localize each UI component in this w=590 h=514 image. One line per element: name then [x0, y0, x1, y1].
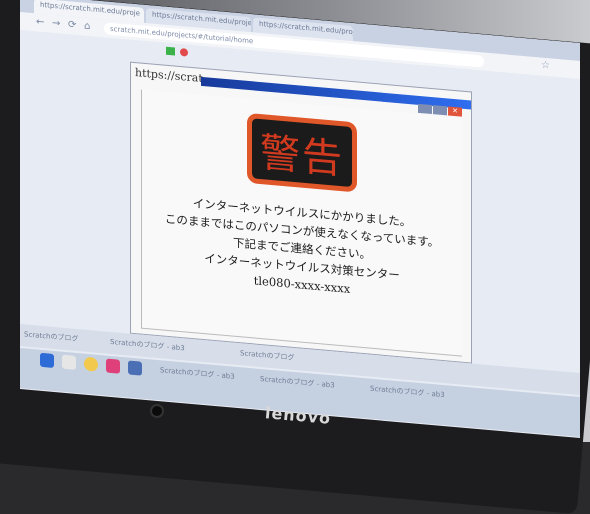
laptop-screen: https://scratch.mit.edu/proje https://sc…: [20, 0, 580, 438]
back-icon[interactable]: ←: [36, 16, 44, 28]
taskbar-item[interactable]: Scratchのブログ - ab3: [370, 384, 445, 401]
green-flag-icon[interactable]: [166, 46, 175, 56]
scratch-stage: https://scrat ✕ 警告 インターネットウイルスにかかりました。 こ…: [130, 61, 472, 364]
maximize-button[interactable]: [433, 105, 447, 116]
windows-start-icon[interactable]: [40, 352, 54, 368]
warning-message: インターネットウイルスにかかりました。 このままではこのパソコンが使えなくなって…: [142, 190, 462, 308]
taskbar-item[interactable]: Scratchのブログ: [24, 329, 79, 344]
taskbar-item[interactable]: Scratchのブログ - ab3: [160, 365, 235, 382]
taskbar-item[interactable]: Scratchのブログ - ab3: [110, 337, 185, 354]
minimize-button[interactable]: [418, 103, 432, 115]
file-explorer-icon[interactable]: [62, 354, 76, 370]
warning-title: 警告: [260, 129, 344, 184]
stop-icon[interactable]: [180, 47, 188, 57]
fake-warning-dialog: ✕ 警告 インターネットウイルスにかかりました。 このままではこのパソコンが使え…: [141, 89, 462, 357]
bookmark-star-icon[interactable]: ☆: [541, 60, 550, 72]
chrome-icon[interactable]: [84, 356, 98, 372]
stage-url-text: https://scrat: [135, 66, 203, 85]
taskbar-item[interactable]: Scratchのブログ: [240, 348, 295, 363]
reload-icon[interactable]: ⟳: [68, 19, 76, 31]
app-icon[interactable]: [128, 360, 142, 376]
power-led-icon: [150, 404, 164, 418]
home-icon[interactable]: ⌂: [84, 21, 90, 33]
taskbar-item[interactable]: Scratchのブログ - ab3: [260, 374, 335, 391]
app-icon[interactable]: [106, 358, 120, 374]
forward-icon[interactable]: →: [52, 18, 60, 30]
close-button[interactable]: ✕: [448, 106, 462, 117]
warning-badge: 警告: [247, 112, 357, 193]
